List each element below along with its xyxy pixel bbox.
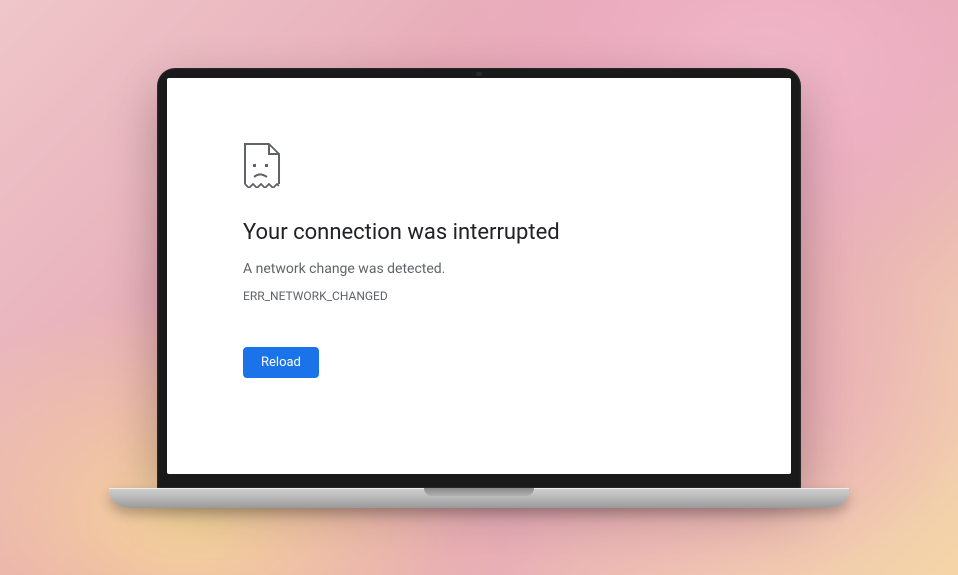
- reload-button[interactable]: Reload: [243, 347, 319, 378]
- broken-page-icon: [243, 142, 791, 192]
- laptop-lid: Your connection was interrupted A networ…: [157, 68, 801, 488]
- webcam-notch: [476, 72, 482, 76]
- error-title: Your connection was interrupted: [243, 220, 791, 245]
- error-code: ERR_NETWORK_CHANGED: [243, 289, 791, 303]
- laptop-frame: Your connection was interrupted A networ…: [157, 68, 801, 508]
- error-subtitle: A network change was detected.: [243, 261, 791, 277]
- laptop-base: [109, 488, 849, 508]
- laptop-screen: Your connection was interrupted A networ…: [167, 78, 791, 474]
